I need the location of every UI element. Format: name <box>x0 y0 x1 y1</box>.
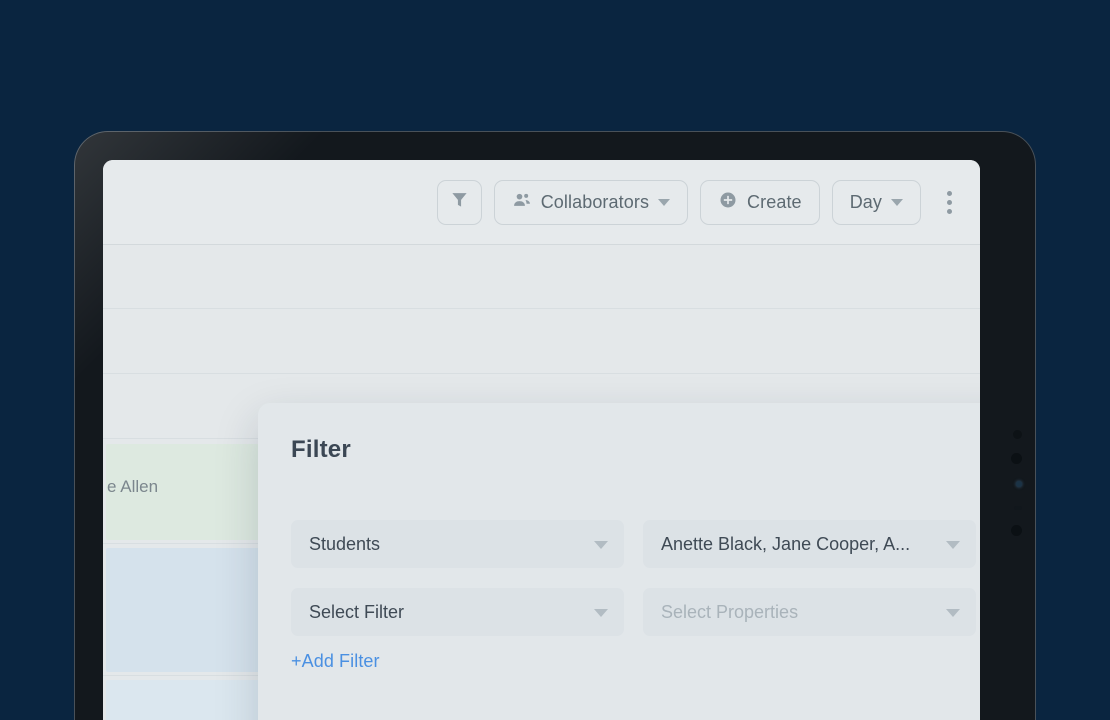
bezel-dot <box>1011 453 1022 464</box>
dialog-title: Filter <box>291 436 351 464</box>
plus-circle-icon <box>718 190 738 215</box>
add-filter-link[interactable]: +Add Filter <box>291 651 380 672</box>
chevron-down-icon <box>946 609 960 617</box>
filter-properties-select[interactable]: Anette Black, Jane Cooper, A... <box>643 520 976 568</box>
filter-row: Students Anette Black, Jane Cooper, A... <box>291 520 980 568</box>
more-options-button[interactable] <box>933 185 962 220</box>
tablet-device-frame: Collaborators Create Day <box>74 131 1036 720</box>
filter-type-select[interactable]: Select Filter <box>291 588 624 636</box>
kebab-dot <box>947 209 952 214</box>
bezel-dot <box>1013 430 1022 439</box>
screenshot-stage: Collaborators Create Day <box>0 0 1110 720</box>
create-label: Create <box>747 192 802 213</box>
bezel-indicator-led <box>1016 481 1022 487</box>
kebab-dot <box>947 191 952 196</box>
app-screen: Collaborators Create Day <box>103 160 980 720</box>
kebab-dot <box>947 200 952 205</box>
filter-icon <box>450 190 469 214</box>
calendar-row[interactable] <box>103 245 980 309</box>
create-button[interactable]: Create <box>700 180 820 225</box>
filter-type-value: Select Filter <box>309 602 404 623</box>
filter-rows: Students Anette Black, Jane Cooper, A... <box>291 520 980 656</box>
chevron-down-icon <box>658 199 670 206</box>
filter-button[interactable] <box>437 180 482 225</box>
app-toolbar: Collaborators Create Day <box>103 160 980 245</box>
filter-type-value: Students <box>309 534 380 555</box>
bezel-dot <box>1014 506 1022 510</box>
collaborators-button[interactable]: Collaborators <box>494 180 688 225</box>
chevron-down-icon <box>594 541 608 549</box>
chevron-down-icon <box>946 541 960 549</box>
filter-type-select[interactable]: Students <box>291 520 624 568</box>
view-mode-dropdown[interactable]: Day <box>832 180 921 225</box>
filter-properties-value: Anette Black, Jane Cooper, A... <box>661 534 910 555</box>
filter-properties-select[interactable]: Select Properties <box>643 588 976 636</box>
filter-properties-value: Select Properties <box>661 602 798 623</box>
calendar-event-label: e Allen <box>107 477 158 497</box>
filter-dialog: Filter × Students Anette Black, Jane Coo… <box>258 403 980 720</box>
bezel-sensor-dots <box>1004 131 1036 720</box>
people-icon <box>512 190 532 215</box>
chevron-down-icon <box>891 199 903 206</box>
filter-row: Select Filter Select Properties <box>291 588 980 636</box>
view-mode-label: Day <box>850 192 882 213</box>
bezel-dot <box>1011 525 1022 536</box>
chevron-down-icon <box>594 609 608 617</box>
calendar-row[interactable] <box>103 309 980 374</box>
collaborators-label: Collaborators <box>541 192 649 213</box>
